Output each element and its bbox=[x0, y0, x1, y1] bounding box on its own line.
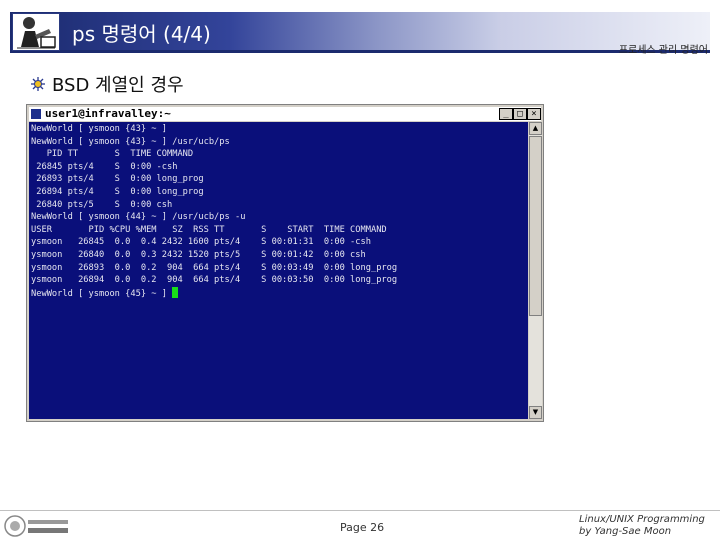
scroll-down-arrow-icon[interactable]: ▼ bbox=[529, 406, 542, 419]
window-titlebar[interactable]: user1@infravalley:~ _ □ × bbox=[29, 107, 541, 121]
terminal-line: 26845 pts/4 S 0:00 -csh bbox=[31, 161, 178, 172]
vertical-scrollbar[interactable]: ▲ ▼ bbox=[529, 122, 542, 419]
person-at-computer-icon bbox=[12, 13, 60, 51]
terminal-line: PID TT S TIME COMMAND bbox=[31, 149, 194, 160]
terminal-line: ysmoon 26840 0.0 0.3 2432 1520 pts/5 S 0… bbox=[31, 249, 366, 260]
terminal-line: NewWorld [ ysmoon {43} ~ ] bbox=[31, 124, 167, 134]
terminal-line: USER PID %CPU %MEM SZ RSS TT S START TIM… bbox=[31, 224, 387, 235]
section-heading: BSD 계열인 경우 bbox=[52, 75, 184, 96]
footer-divider bbox=[0, 510, 720, 511]
sun-bullet-icon bbox=[31, 76, 45, 91]
footer-book-info: Linux/UNIX Programming by Yang-Sae Moon bbox=[579, 514, 705, 538]
terminal-window: user1@infravalley:~ _ □ × NewWorld [ ysm… bbox=[26, 104, 544, 422]
terminal-line: ysmoon 26894 0.0 0.2 904 664 pts/4 S 00:… bbox=[31, 275, 398, 286]
scroll-up-arrow-icon[interactable]: ▲ bbox=[529, 122, 542, 135]
footer-author: by Yang-Sae Moon bbox=[579, 526, 672, 537]
terminal-line: ysmoon 26845 0.0 0.4 2432 1600 pts/4 S 0… bbox=[31, 237, 371, 248]
terminal-line: NewWorld [ ysmoon {43} ~ ] /usr/ucb/ps bbox=[31, 136, 230, 147]
header-underline bbox=[10, 50, 710, 53]
terminal-text: NewWorld [ ysmoon {43} ~ ] NewWorld [ ys… bbox=[29, 122, 528, 300]
terminal-line: 26893 pts/4 S 0:00 long_prog bbox=[31, 174, 204, 185]
terminal-icon[interactable] bbox=[31, 109, 41, 119]
maximize-button[interactable]: □ bbox=[513, 108, 527, 120]
window-title: user1@infravalley:~ bbox=[45, 107, 171, 120]
minimize-button[interactable]: _ bbox=[499, 108, 513, 120]
scrollbar-thumb[interactable] bbox=[529, 136, 542, 316]
terminal-cursor bbox=[172, 286, 179, 298]
university-logo bbox=[4, 514, 74, 538]
slide-title: ps 명령어 (4/4) bbox=[72, 22, 211, 46]
chapter-label: 프로세스 관리 명령어 bbox=[618, 45, 708, 56]
terminal-output[interactable]: NewWorld [ ysmoon {43} ~ ] NewWorld [ ys… bbox=[29, 122, 528, 419]
terminal-line: ysmoon 26893 0.0 0.2 904 664 pts/4 S 00:… bbox=[31, 262, 398, 273]
page-number: Page 26 bbox=[340, 521, 385, 534]
footer-book-title: Linux/UNIX Programming bbox=[579, 514, 705, 525]
terminal-line: NewWorld [ ysmoon {44} ~ ] /usr/ucb/ps -… bbox=[31, 212, 246, 223]
terminal-line: 26894 pts/4 S 0:00 long_prog bbox=[31, 186, 204, 197]
terminal-prompt: NewWorld [ ysmoon {45} ~ ] bbox=[31, 288, 173, 299]
close-button[interactable]: × bbox=[527, 108, 541, 120]
terminal-line: 26840 pts/5 S 0:00 csh bbox=[31, 199, 173, 210]
